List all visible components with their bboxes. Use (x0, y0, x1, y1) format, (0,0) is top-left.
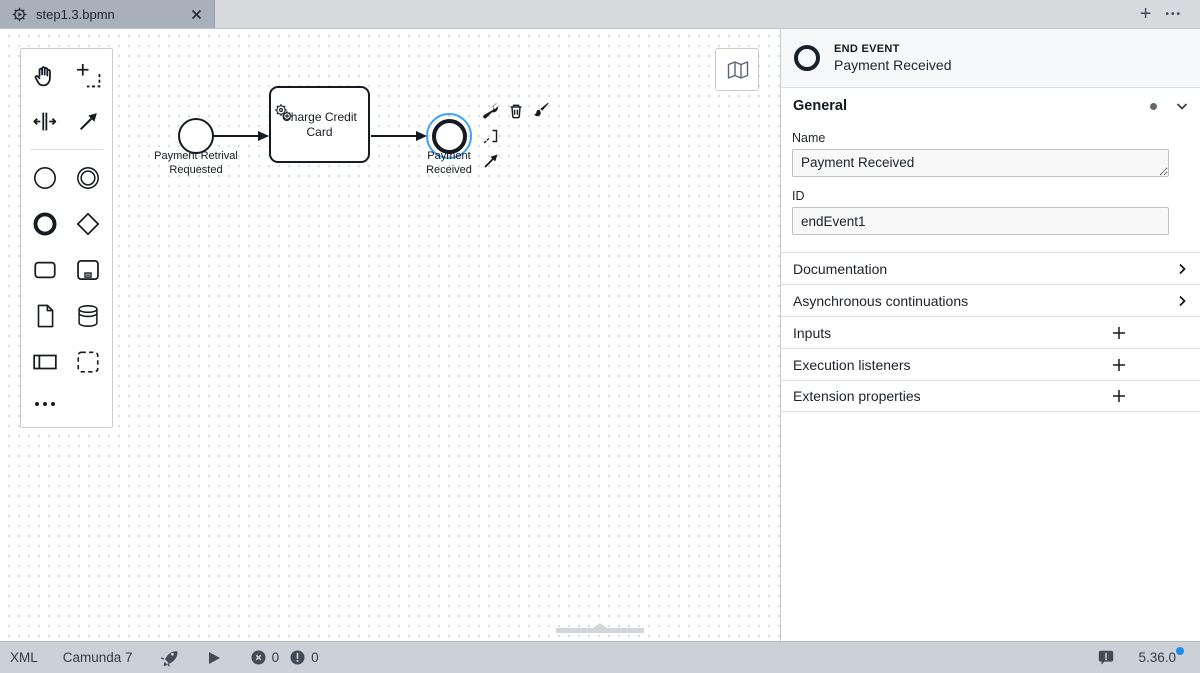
palette-separator (30, 149, 103, 150)
brush-icon[interactable] (532, 102, 549, 119)
problems-indicator[interactable]: 0 0 (251, 650, 324, 665)
status-bar: XML Camunda 7 0 0 (0, 641, 1200, 673)
create-data-store[interactable] (67, 293, 111, 339)
version-indicator[interactable]: 5.36.0 (1138, 650, 1176, 665)
trash-icon[interactable] (507, 102, 524, 119)
diagram-canvas[interactable]: Payment Retrival Requested Charge Credit… (0, 29, 780, 641)
tab-step1-3-bpmn[interactable]: step1.3.bpmn (0, 0, 215, 28)
error-icon (251, 650, 266, 665)
name-field-group: Name Payment Received (792, 131, 1189, 180)
tab-overflow-button[interactable]: ••• (1165, 9, 1182, 20)
section-inputs[interactable]: Inputs (781, 316, 1200, 348)
warning-icon (290, 650, 305, 665)
warning-count: 0 (311, 650, 319, 665)
create-end-event[interactable] (23, 201, 67, 247)
create-group[interactable] (67, 339, 111, 385)
tab-bar-actions: + ••• (1140, 0, 1200, 28)
service-task-shape[interactable]: Charge Credit Card (269, 86, 370, 163)
start-event-shape[interactable] (178, 118, 214, 154)
map-icon (724, 58, 750, 82)
more-tools-icon[interactable] (23, 385, 110, 423)
xml-toggle[interactable]: XML (10, 650, 38, 665)
name-field-label: Name (792, 131, 1189, 145)
create-data-object[interactable] (23, 293, 67, 339)
error-count: 0 (272, 650, 280, 665)
chevron-right-icon[interactable] (1178, 263, 1187, 275)
tab-title: step1.3.bpmn (36, 7, 180, 22)
version-label: 5.36.0 (1138, 650, 1176, 665)
element-type: END EVENT (834, 43, 952, 55)
name-input[interactable]: Payment Received (792, 149, 1169, 177)
group-general-title: General (793, 98, 847, 114)
feedback-icon[interactable] (1098, 650, 1114, 665)
update-available-dot (1176, 647, 1184, 655)
id-field-group: ID (792, 189, 1189, 235)
process-gear-icon (12, 7, 27, 22)
play-icon[interactable] (208, 651, 221, 665)
create-gateway[interactable] (67, 201, 111, 247)
space-tool[interactable] (23, 98, 67, 144)
hand-tool[interactable] (23, 52, 67, 98)
edited-dot (1150, 103, 1157, 110)
id-field-label: ID (792, 189, 1189, 203)
section-execution-listeners[interactable]: Execution listeners (781, 348, 1200, 380)
plus-icon[interactable] (1112, 358, 1126, 372)
start-event-label: Payment Retrival Requested (136, 150, 256, 178)
camunda-modeler-window: step1.3.bpmn + ••• (0, 0, 1200, 673)
create-participant[interactable] (23, 339, 67, 385)
service-task-gears-icon (273, 89, 294, 138)
connect-arrow-icon[interactable] (482, 152, 499, 169)
sequence-flows (0, 29, 780, 641)
tool-palette (20, 48, 113, 428)
text-annotation-icon[interactable] (482, 127, 499, 144)
chevron-down-icon[interactable] (1176, 102, 1188, 111)
create-intermediate-event[interactable] (67, 155, 111, 201)
element-name: Payment Received (834, 57, 952, 73)
properties-header: END EVENT Payment Received (781, 29, 1200, 88)
end-event-shape[interactable] (432, 119, 467, 154)
section-documentation[interactable]: Documentation (781, 252, 1200, 284)
section-asynchronous-continuations[interactable]: Asynchronous continuations (781, 284, 1200, 316)
chevron-right-icon[interactable] (1178, 295, 1187, 307)
create-task[interactable] (23, 247, 67, 293)
new-tab-button[interactable]: + (1140, 4, 1152, 24)
plus-icon[interactable] (1112, 389, 1126, 403)
id-input[interactable] (792, 207, 1169, 235)
tab-bar: step1.3.bpmn + ••• (0, 0, 1200, 29)
context-pad (482, 102, 552, 177)
end-event-icon (794, 45, 820, 71)
bottom-panel-resize-handle[interactable] (556, 628, 644, 633)
deploy-rocket-icon[interactable] (160, 649, 178, 667)
status-bar-right: 5.36.0 (1098, 650, 1200, 665)
global-connect-tool[interactable] (67, 98, 111, 144)
group-general[interactable]: General (781, 90, 1200, 122)
minimap-toggle-button[interactable] (715, 48, 759, 91)
close-icon[interactable] (189, 7, 204, 22)
create-subprocess[interactable] (67, 247, 111, 293)
engine-profile[interactable]: Camunda 7 (63, 650, 133, 665)
plus-icon[interactable] (1112, 326, 1126, 340)
section-list: Documentation Asynchronous continuations… (781, 252, 1200, 412)
lasso-tool[interactable] (67, 52, 111, 98)
wrench-icon[interactable] (482, 102, 499, 119)
create-start-event[interactable] (23, 155, 67, 201)
section-extension-properties[interactable]: Extension properties (781, 380, 1200, 412)
properties-panel: END EVENT Payment Received General Name … (780, 29, 1200, 641)
